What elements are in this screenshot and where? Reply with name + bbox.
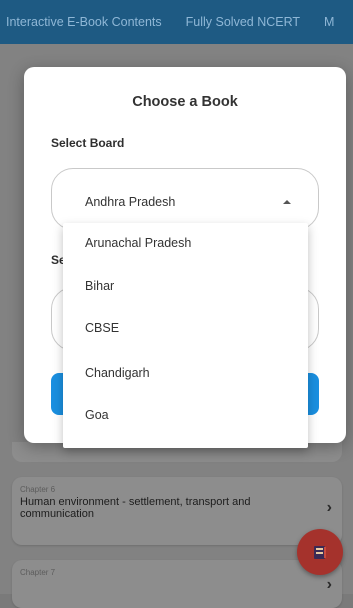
tab-more[interactable]: M xyxy=(320,15,334,29)
chapter-number: Chapter 6 xyxy=(20,485,56,494)
floating-action-button[interactable] xyxy=(297,529,343,575)
board-select[interactable]: Andhra Pradesh xyxy=(51,168,319,230)
board-option-chandigarh[interactable]: Chandigarh xyxy=(85,366,150,380)
board-option-goa[interactable]: Goa xyxy=(85,408,109,422)
chapter-title: Human environment - settlement, transpor… xyxy=(20,496,251,520)
chevron-right-icon: › xyxy=(326,499,332,516)
board-option-arunachal-pradesh[interactable]: Arunachal Pradesh xyxy=(85,236,191,250)
dropdown-arrow-up-icon xyxy=(283,200,291,204)
chapter-card[interactable]: Chapter 6 Human environment - settlement… xyxy=(12,477,342,545)
board-option-bihar[interactable]: Bihar xyxy=(85,279,114,293)
chevron-right-icon: › xyxy=(326,576,332,593)
book-icon xyxy=(314,546,326,559)
chapter-number: Chapter 7 xyxy=(20,568,56,577)
chapter-card[interactable]: Chapter 7 › xyxy=(12,560,342,608)
board-dropdown-menu: Arunachal Pradesh Bihar CBSE Chandigarh … xyxy=(63,223,308,448)
tab-interactive-ebook[interactable]: Interactive E-Book Contents xyxy=(0,15,162,29)
selected-board-value: Andhra Pradesh xyxy=(85,195,176,209)
top-tab-bar: Interactive E-Book Contents Fully Solved… xyxy=(0,0,353,44)
tab-fully-solved-ncert[interactable]: Fully Solved NCERT xyxy=(182,15,300,29)
select-board-label: Select Board xyxy=(51,136,125,150)
board-option-cbse[interactable]: CBSE xyxy=(85,321,119,335)
dialog-title: Choose a Book xyxy=(132,94,238,110)
